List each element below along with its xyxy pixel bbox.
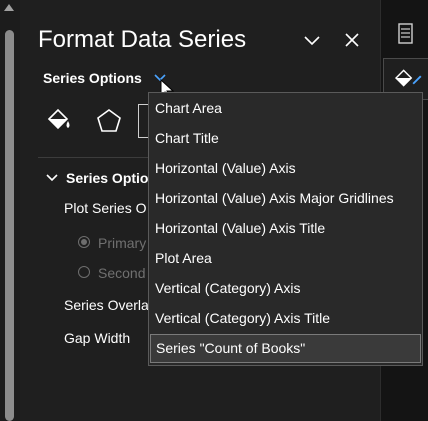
chevron-down-icon[interactable] <box>46 172 58 184</box>
paint-bucket-icon[interactable] <box>42 104 76 138</box>
menu-item-chart-area[interactable]: Chart Area <box>150 94 421 123</box>
plot-series-on-label: Plot Series O <box>64 200 147 216</box>
chart-element-dropdown-menu: Chart Area Chart Title Horizontal (Value… <box>148 92 423 366</box>
menu-item-chart-title[interactable]: Chart Title <box>150 124 421 153</box>
series-options-dropdown-label[interactable]: Series Options <box>43 70 142 86</box>
chevron-down-icon[interactable] <box>302 30 322 50</box>
menu-item-horizontal-value-axis-title[interactable]: Horizontal (Value) Axis Title <box>150 214 421 243</box>
scroll-up-arrow-icon[interactable] <box>4 4 14 11</box>
document-icon[interactable] <box>389 18 421 50</box>
scrollbar-thumb[interactable] <box>5 30 14 421</box>
series-overlap-label: Series Overla <box>64 297 149 313</box>
pane-scrollbar[interactable] <box>0 0 20 421</box>
secondary-axis-label: Second <box>98 265 146 281</box>
pentagon-icon[interactable] <box>92 104 126 138</box>
close-icon[interactable] <box>342 30 362 50</box>
menu-item-plot-area[interactable]: Plot Area <box>150 244 421 273</box>
gap-width-label: Gap Width <box>64 330 131 346</box>
primary-axis-label: Primary <box>98 235 147 251</box>
menu-item-horizontal-value-axis[interactable]: Horizontal (Value) Axis <box>150 154 421 183</box>
secondary-axis-radio[interactable] <box>78 266 90 278</box>
menu-item-vertical-category-axis-title[interactable]: Vertical (Category) Axis Title <box>150 304 421 333</box>
menu-item-series-count-of-books[interactable]: Series "Count of Books" <box>150 334 421 363</box>
pane-title: Format Data Series <box>38 26 247 53</box>
series-options-section-header[interactable]: Series Optio <box>66 170 148 186</box>
primary-axis-radio[interactable] <box>78 236 90 248</box>
menu-item-horizontal-value-axis-major-gridlines[interactable]: Horizontal (Value) Axis Major Gridlines <box>150 184 421 213</box>
menu-item-vertical-category-axis[interactable]: Vertical (Category) Axis <box>150 274 421 303</box>
